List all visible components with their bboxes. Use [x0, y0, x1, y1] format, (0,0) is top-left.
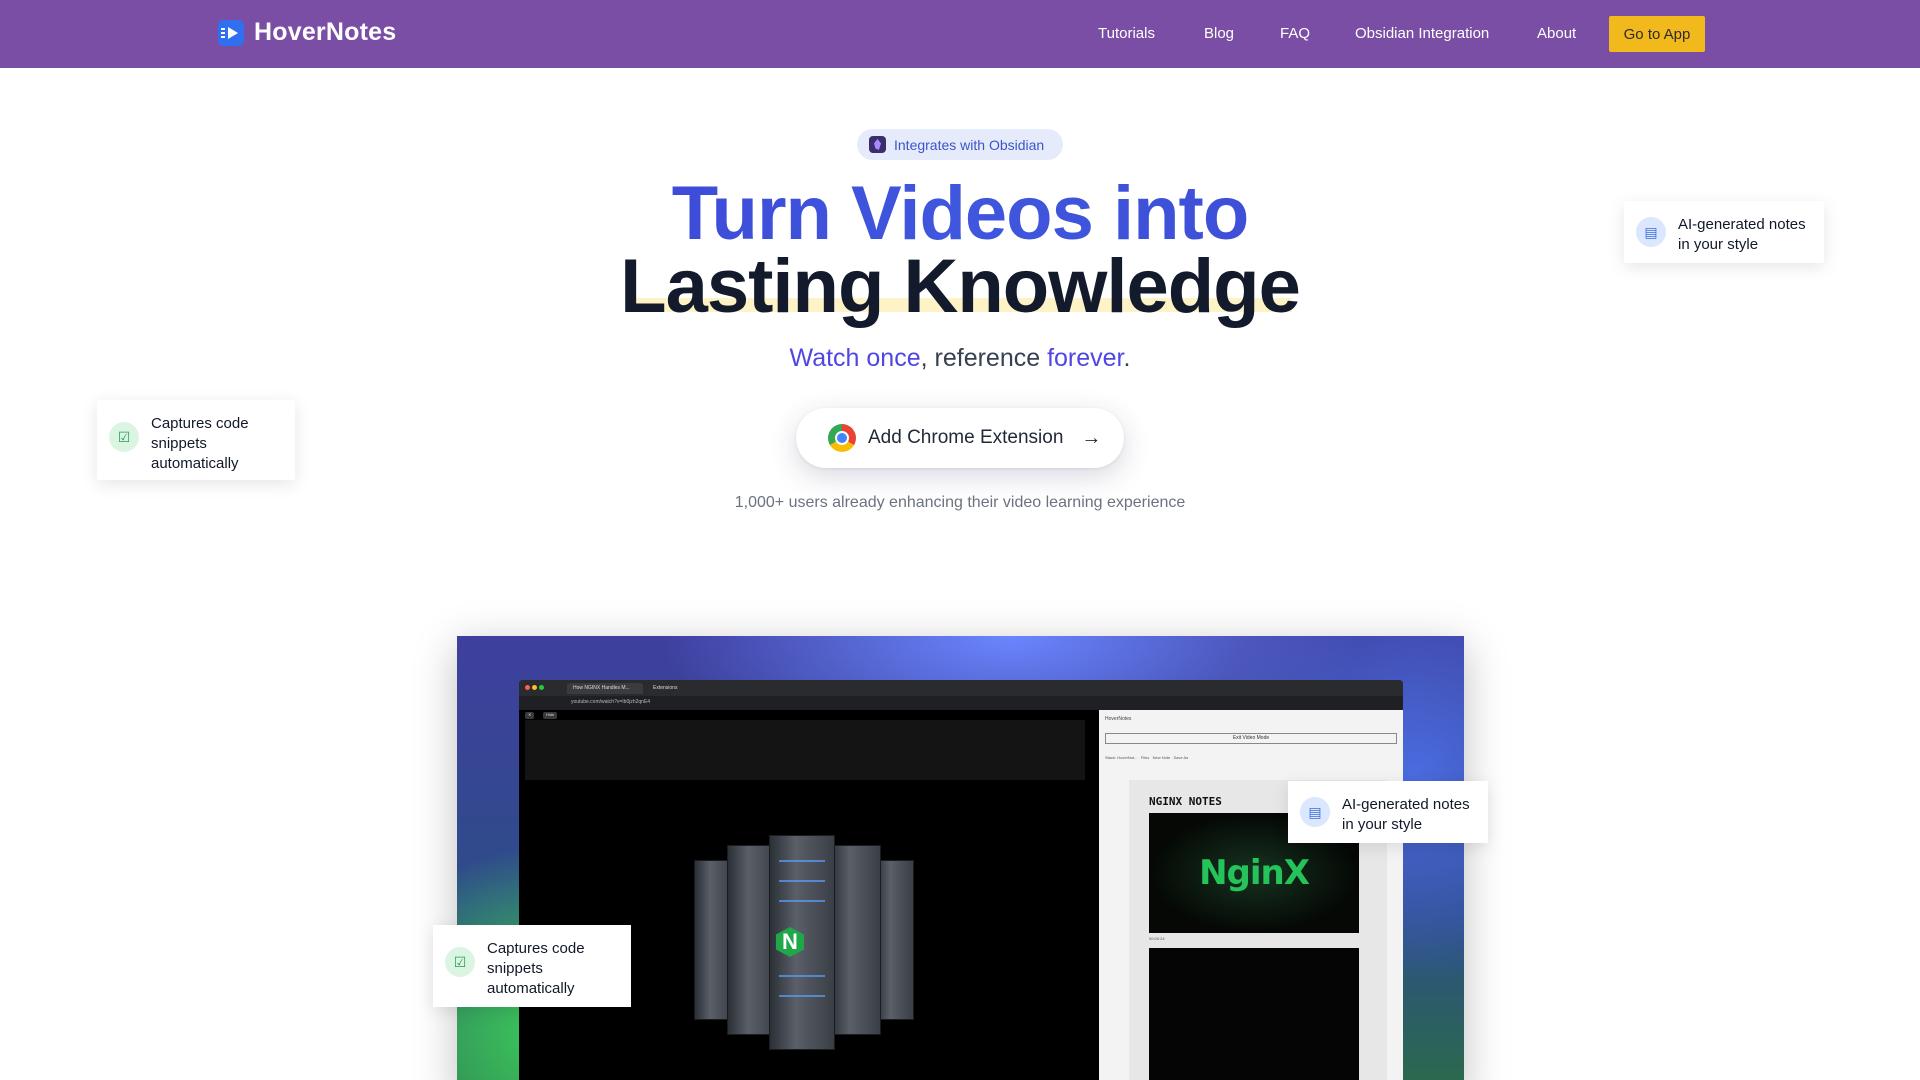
obsidian-badge[interactable]: Integrates with Obsidian: [857, 129, 1063, 160]
nginx-title-text: NginX: [1199, 853, 1310, 893]
close-dot-icon: [525, 685, 530, 690]
nav-link-blog[interactable]: Blog: [1204, 25, 1234, 42]
feature-notes-text: AI-generated notes in your style: [1342, 796, 1470, 833]
obsidian-icon: [869, 136, 886, 153]
tagline-watch-once: Watch once: [789, 344, 921, 372]
feature-notes-text: AI-generated notes in your style: [1678, 216, 1806, 253]
check-square-icon: ☑: [109, 422, 139, 452]
panel-tool-files: Files: [1140, 755, 1150, 760]
document-icon: ▤: [1636, 217, 1666, 247]
mini-hide-button: Hide: [543, 712, 558, 719]
feature-card-code-left: ☑ Captures code snippets automatically: [97, 400, 295, 480]
arrow-right-icon: →: [1081, 426, 1102, 449]
browser-screenshot: How NGINX Handles M... Extensions youtub…: [519, 680, 1403, 1080]
users-count-text: 1,000+ users already enhancing their vid…: [734, 494, 1186, 511]
nav-link-tutorials[interactable]: Tutorials: [1098, 25, 1155, 42]
document-icon: ▤: [1300, 797, 1330, 827]
feature-code-text: Captures code snippets automatically: [487, 940, 585, 997]
feature-card-code-overlay: ☑ Captures code snippets automatically: [433, 925, 631, 1007]
panel-title: HoverNotes: [1105, 716, 1132, 722]
browser-tab-bar: How NGINX Handles M... Extensions: [519, 680, 1403, 696]
notes-title: NGINX NOTES: [1149, 795, 1222, 808]
feature-card-notes-top: ▤ AI-generated notes in your style: [1624, 201, 1824, 263]
mini-close-button: ✕: [525, 712, 535, 719]
browser-tab-video: How NGINX Handles M...: [567, 683, 643, 694]
notes-timestamp: 00:00:24: [1149, 936, 1165, 941]
tagline: Watch once, reference forever.: [0, 344, 1920, 373]
go-to-app-button[interactable]: Go to App: [1609, 16, 1705, 52]
maximize-dot-icon: [539, 685, 544, 690]
obsidian-badge-label: Integrates with Obsidian: [894, 136, 1045, 153]
browser-content: ✕ Hide N HoverNotes Exit Video Mode Stac…: [519, 710, 1403, 1080]
notes-screenshot-servers: [1149, 948, 1359, 1080]
minimize-dot-icon: [532, 685, 537, 690]
tagline-forever: forever: [1047, 344, 1124, 372]
exit-video-mode-button: Exit Video Mode: [1105, 733, 1397, 744]
browser-url-text: youtube.com/watch?v=Ib0jzh2qnE4: [571, 699, 651, 705]
panel-tool-new-note: New Note: [1152, 755, 1171, 760]
add-chrome-extension-label: Add Chrome Extension: [868, 427, 1064, 448]
nav-link-faq[interactable]: FAQ: [1280, 25, 1310, 42]
browser-url-bar: youtube.com/watch?v=Ib0jzh2qnE4: [519, 696, 1403, 710]
video-top-area: [525, 720, 1085, 780]
feature-code-text: Captures code snippets automatically: [151, 415, 249, 472]
product-showcase: How NGINX Handles M... Extensions youtub…: [457, 636, 1464, 1080]
nav-link-about[interactable]: About: [1537, 25, 1576, 42]
panel-toolbar: Stack: HoverNot... Files New Note Save A…: [1105, 755, 1188, 760]
hovernotes-panel: HoverNotes Exit Video Mode Stack: HoverN…: [1099, 710, 1403, 1080]
add-chrome-extension-button[interactable]: Add Chrome Extension →: [796, 408, 1124, 468]
panel-tool-save-as: Save As: [1173, 755, 1189, 760]
feature-card-notes-overlay: ▤ AI-generated notes in your style: [1288, 781, 1488, 843]
tagline-middle: , reference: [920, 344, 1048, 372]
nav-link-obsidian-integration[interactable]: Obsidian Integration: [1355, 25, 1489, 42]
top-navbar: HoverNotes Tutorials Blog FAQ Obsidian I…: [0, 0, 1920, 68]
tagline-period: .: [1123, 344, 1131, 372]
check-square-icon: ☑: [445, 947, 475, 977]
panel-tool-stack: Stack: HoverNot...: [1105, 755, 1138, 760]
chrome-icon: [828, 424, 856, 452]
browser-tab-extensions: Extensions: [653, 685, 678, 691]
